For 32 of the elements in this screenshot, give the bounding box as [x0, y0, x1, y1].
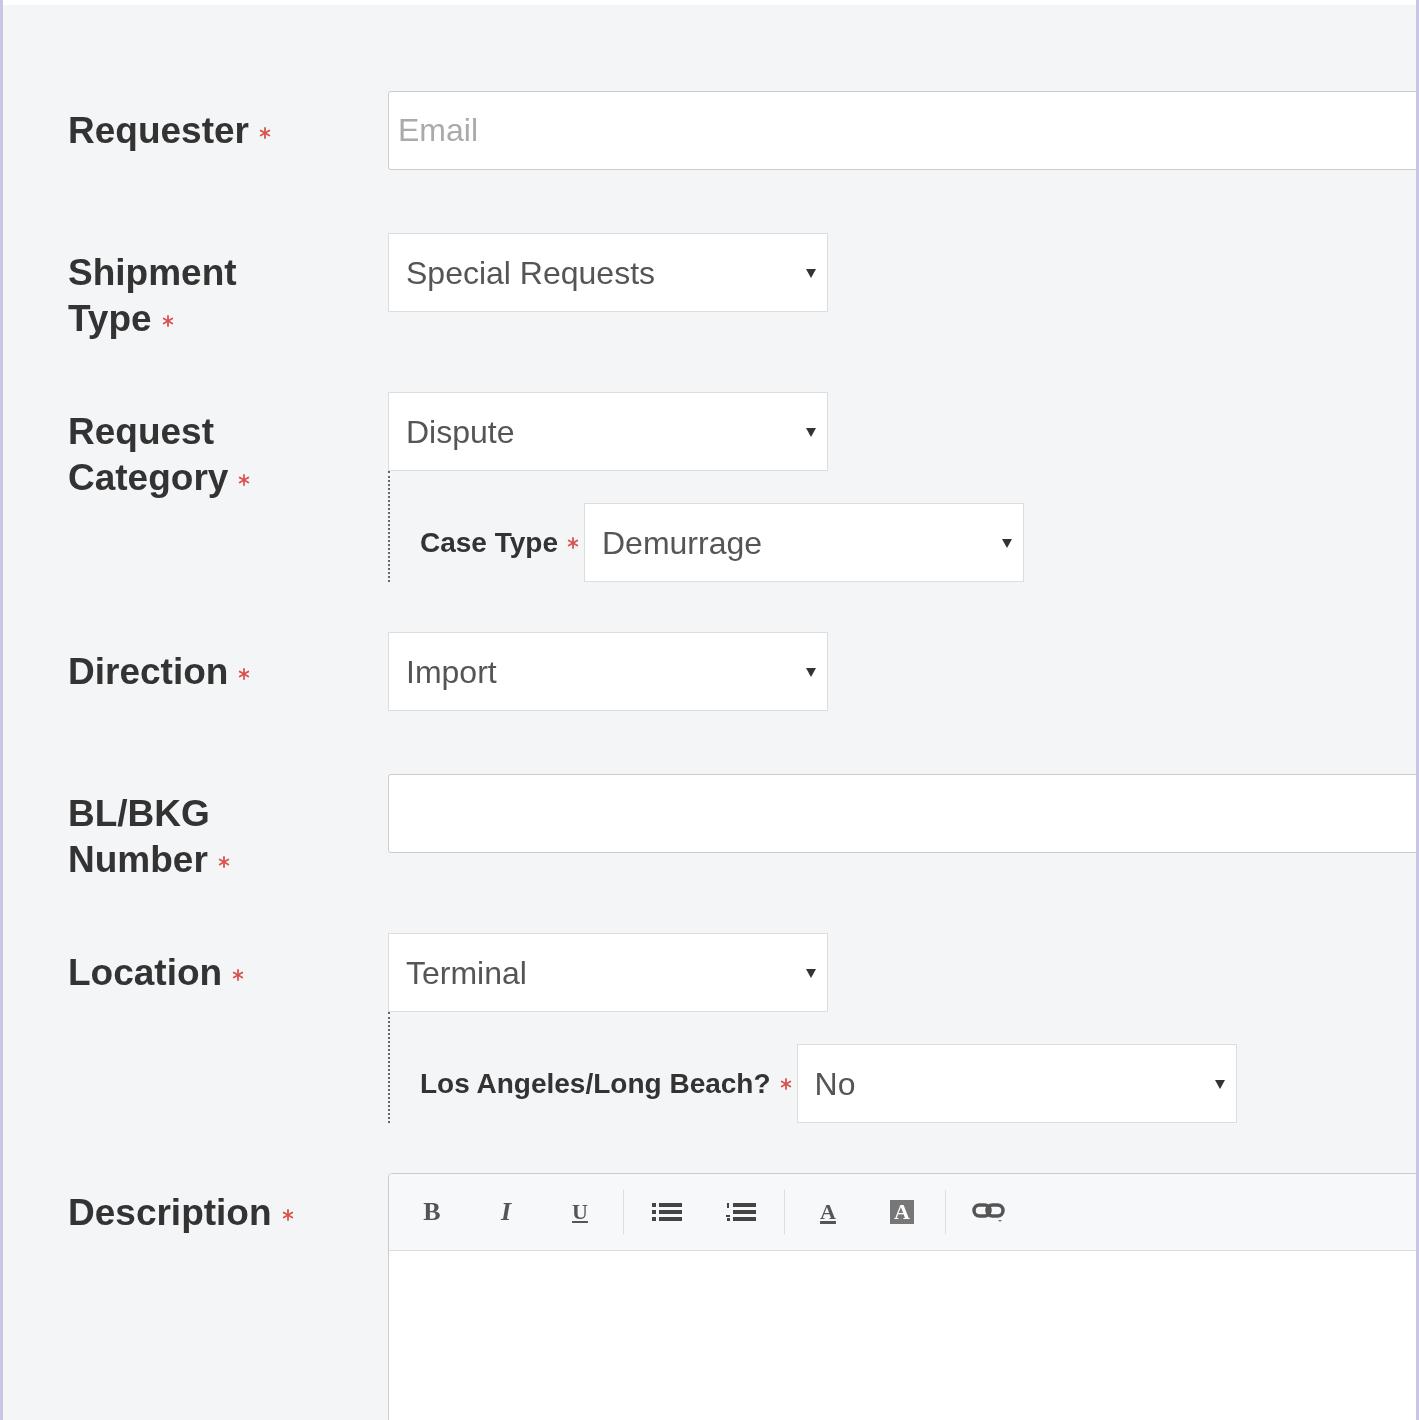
select-field[interactable]: No — [796, 1044, 1237, 1123]
field-label: Location — [68, 952, 223, 993]
text-input[interactable]: Email — [388, 91, 1416, 170]
select-field[interactable]: Terminal — [388, 933, 828, 1012]
underline-button[interactable]: U — [557, 1190, 603, 1234]
select-field[interactable]: Import — [388, 632, 828, 711]
caret-icon — [805, 966, 817, 979]
field-label: Case Type — [420, 525, 558, 560]
rich-text-editor[interactable]: B I U A A — [388, 1173, 1416, 1420]
field-label: BL/BKG Number — [68, 793, 210, 880]
select-field[interactable]: Demurrage — [584, 503, 1024, 582]
highlight-button[interactable]: A — [879, 1190, 925, 1234]
field-label: Requester — [68, 110, 249, 151]
font-color-button[interactable]: A — [805, 1190, 851, 1234]
link-icon — [972, 1201, 1006, 1223]
field-label: Request Category — [68, 411, 229, 498]
select-field[interactable]: Dispute — [388, 392, 828, 471]
bullet-list-icon — [652, 1202, 682, 1222]
bold-button[interactable]: B — [409, 1190, 455, 1234]
select-field[interactable]: Special Requests — [388, 233, 828, 312]
caret-icon — [805, 665, 817, 678]
field-label: Shipment Type — [68, 252, 237, 339]
field-label: Description — [68, 1192, 272, 1233]
numbered-list-icon — [726, 1202, 756, 1222]
italic-button[interactable]: I — [483, 1190, 529, 1234]
caret-icon — [1213, 1077, 1226, 1090]
caret-icon — [805, 266, 817, 279]
text-input[interactable] — [388, 774, 1416, 853]
field-label: Direction — [68, 651, 229, 692]
caret-icon — [1001, 536, 1013, 549]
caret-icon — [805, 425, 817, 438]
field-label: Los Angeles/Long Beach? — [420, 1066, 771, 1101]
